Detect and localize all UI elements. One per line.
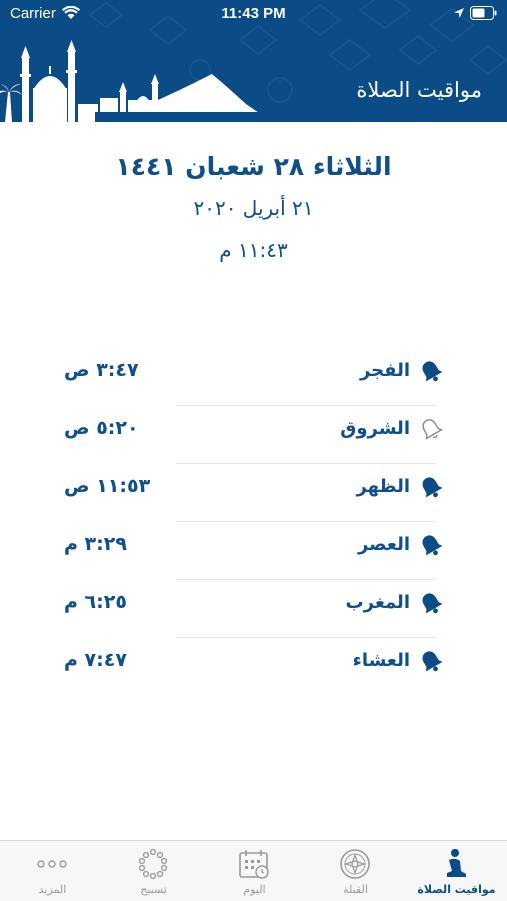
- prayer-row-fajr[interactable]: الفجر ٣:٤٧ ص: [58, 350, 448, 406]
- compass-icon: [340, 849, 370, 879]
- status-bar: Carrier 11:43 PM: [0, 0, 507, 28]
- bell-icon[interactable]: [418, 648, 444, 674]
- tab-label: تسبيح: [140, 883, 167, 896]
- prayer-row-asr[interactable]: العصر ٣:٢٩ م: [58, 524, 448, 580]
- prayer-name: العشاء: [352, 650, 410, 671]
- bell-icon[interactable]: [418, 590, 444, 616]
- prayer-name: الشروق: [340, 418, 410, 439]
- location-arrow-icon: [454, 8, 464, 18]
- bell-icon[interactable]: [418, 358, 444, 384]
- prayer-time: ١١:٥٣ ص: [64, 475, 151, 497]
- tab-qibla[interactable]: القبلة: [305, 841, 406, 901]
- prayer-row-shuruq[interactable]: الشروق ٥:٢٠ ص: [58, 408, 448, 464]
- status-time: 11:43 PM: [221, 5, 286, 22]
- prayer-time: ٦:٢٥ م: [64, 591, 127, 613]
- prayer-time: ٣:٢٩ م: [64, 533, 127, 555]
- tab-label: القبلة: [343, 883, 368, 896]
- prayer-name: العصر: [357, 534, 410, 555]
- bell-icon[interactable]: [418, 474, 444, 500]
- row-divider: [176, 579, 436, 580]
- prayer-name: الفجر: [359, 360, 410, 381]
- bell-outline-icon[interactable]: [418, 416, 444, 442]
- praying-person-icon: [447, 849, 466, 877]
- tab-bar: مواقيت الصلاة القبلة اليوم تسبيح المزيد: [0, 840, 507, 901]
- tab-more[interactable]: المزيد: [2, 841, 103, 901]
- page-title: مواقيت الصلاة: [356, 78, 482, 102]
- prayer-time: ٣:٤٧ ص: [64, 359, 139, 381]
- row-divider: [176, 637, 436, 638]
- calendar-icon: [239, 850, 269, 879]
- tab-today[interactable]: اليوم: [204, 841, 305, 901]
- prayer-time: ٥:٢٠ ص: [64, 417, 139, 439]
- bell-icon[interactable]: [418, 532, 444, 558]
- prayer-row-maghrib[interactable]: المغرب ٦:٢٥ م: [58, 582, 448, 638]
- prayer-name: المغرب: [345, 592, 410, 613]
- tab-label: مواقيت الصلاة: [417, 883, 496, 896]
- hijri-date: الثلاثاء ٢٨ شعبان ١٤٤١: [115, 152, 392, 181]
- current-time: ١١:٤٣ م: [219, 238, 288, 262]
- tab-label: المزيد: [38, 883, 67, 896]
- header: Carrier 11:43 PM مواقيت الصلاة: [0, 0, 507, 122]
- prayer-beads-icon: [138, 848, 168, 880]
- row-divider: [176, 405, 436, 406]
- tab-prayer-times[interactable]: مواقيت الصلاة: [406, 841, 507, 901]
- more-dots-icon: [37, 860, 67, 868]
- battery-icon: [470, 6, 497, 20]
- tab-tasbih[interactable]: تسبيح: [103, 841, 204, 901]
- prayer-row-isha[interactable]: العشاء ٧:٤٧ م: [58, 640, 448, 696]
- prayer-time: ٧:٤٧ م: [64, 649, 127, 671]
- prayer-row-dhuhr[interactable]: الظهر ١١:٥٣ ص: [58, 466, 448, 522]
- gregorian-date: ٢١ أبريل ٢٠٢٠: [193, 196, 314, 220]
- row-divider: [176, 521, 436, 522]
- prayer-name: الظهر: [356, 476, 410, 497]
- row-divider: [176, 463, 436, 464]
- tab-label: اليوم: [243, 883, 266, 896]
